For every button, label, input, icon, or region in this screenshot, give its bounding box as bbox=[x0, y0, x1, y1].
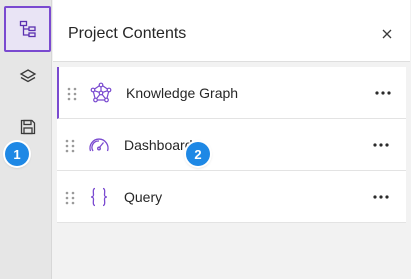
knowledge-graph-icon bbox=[89, 81, 113, 105]
project-contents-panel: Project Contents Knowledge Graph Dashboa… bbox=[53, 0, 411, 279]
save-icon bbox=[19, 118, 37, 136]
dashboard-icon bbox=[87, 133, 111, 157]
more-options-icon[interactable] bbox=[373, 85, 393, 101]
close-button[interactable] bbox=[375, 23, 399, 47]
drag-handle-icon[interactable] bbox=[67, 87, 77, 106]
callout-badge-2: 2 bbox=[186, 142, 210, 166]
more-options-icon[interactable] bbox=[371, 189, 391, 205]
side-rail bbox=[0, 0, 52, 279]
close-icon bbox=[382, 26, 392, 44]
list-item-label: Knowledge Graph bbox=[126, 85, 239, 101]
list-item-query[interactable]: Query bbox=[57, 171, 406, 223]
panel-title: Project Contents bbox=[68, 25, 187, 42]
project-contents-icon bbox=[18, 19, 38, 39]
layers-icon bbox=[18, 67, 38, 87]
list-item-dashboard[interactable]: Dashboard bbox=[57, 119, 406, 171]
list-item-label: Query bbox=[124, 189, 163, 205]
list-item-label: Dashboard bbox=[124, 137, 193, 153]
project-contents-button[interactable] bbox=[4, 6, 51, 52]
query-braces-icon bbox=[87, 185, 111, 209]
app-window: Project Contents Knowledge Graph Dashboa… bbox=[0, 0, 411, 279]
layers-button[interactable] bbox=[4, 54, 51, 100]
callout-badge-1: 1 bbox=[5, 142, 29, 166]
contents-list: Knowledge Graph Dashboard Query bbox=[57, 67, 406, 223]
list-item-knowledge-graph[interactable]: Knowledge Graph bbox=[57, 67, 406, 119]
drag-handle-icon[interactable] bbox=[65, 191, 75, 210]
panel-header: Project Contents bbox=[53, 0, 410, 62]
drag-handle-icon[interactable] bbox=[65, 139, 75, 158]
more-options-icon[interactable] bbox=[371, 137, 391, 153]
